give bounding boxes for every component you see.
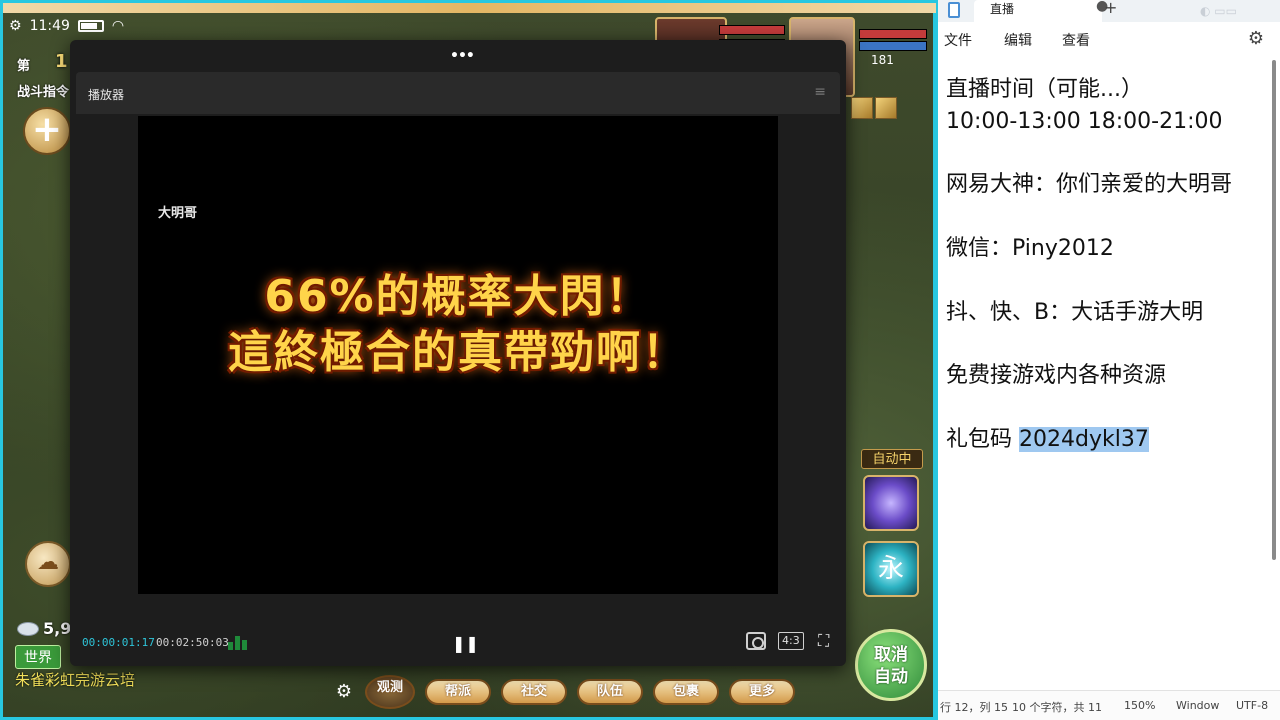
world-chat-message[interactable]: 朱雀彩虹完游云培 [15, 669, 135, 690]
guild-button[interactable]: 帮派 [425, 679, 491, 705]
player-title-bar[interactable]: 播放器 ≡ [76, 72, 840, 114]
settings-icon[interactable]: ⚙ [333, 681, 355, 703]
battery-icon [77, 20, 104, 32]
fullscreen-icon[interactable]: ⛶ [818, 631, 829, 651]
window-drag-handle[interactable]: ••• [450, 48, 475, 64]
device-status-bar: ⚙ 11:49 ◠ [9, 15, 124, 37]
game-bottom-menu: ⚙ 观测 帮派 社交 队伍 包裹 更多 [333, 675, 795, 709]
notepad-status-bar: 行 12，列 15 10 个字符，共 11 150% Window UTF-8 [938, 690, 1280, 720]
player-controls: 00:00:01:17 00:02:50:03 ❚❚ 4:3 ⛶ [76, 624, 840, 660]
cancel-auto-label-2: 自动 [874, 667, 908, 687]
buff-icon[interactable] [875, 97, 897, 119]
total-duration: 00:02:50:03 [156, 636, 229, 649]
round-label: 第 [17, 59, 31, 74]
notepad-title-bar[interactable]: 直播 ● + ◐ ▭▭ [938, 0, 1280, 22]
chat-icon[interactable]: ☁ [25, 541, 71, 587]
observe-button[interactable]: 观测 [365, 675, 415, 709]
text-line-gift-code: 礼包码 2024dykl37 [946, 424, 1272, 456]
video-caption-line-2: 這終極合的真帶勁啊！ [228, 327, 688, 378]
text-line: 抖、快、B：大话手游大明 [946, 299, 1204, 325]
settings-gear-icon[interactable]: ⚙ [9, 18, 22, 34]
tab-title: 直播 [990, 2, 1015, 16]
video-caption-line-1: 66%的概率大閃！ [264, 271, 652, 322]
gift-code-label: 礼包码 [946, 426, 1019, 452]
bag-button[interactable]: 包裹 [653, 679, 719, 705]
screenshot-icon[interactable] [746, 632, 766, 650]
video-frame[interactable]: 大明哥 66%的概率大閃！ 這終極合的真帶勁啊！ [138, 116, 778, 594]
notepad-window[interactable]: 直播 ● + ◐ ▭▭ 文件 编辑 查看 ⚙ 直播时间（可能...） 10:00… [936, 0, 1280, 720]
text-line [946, 138, 1272, 170]
cursor-position: 行 12，列 15 [940, 701, 1008, 714]
text-line: 直播时间（可能...） [946, 77, 1143, 102]
text-line [946, 328, 1272, 360]
text-line: 微信：Piny2012 [946, 235, 1114, 261]
battle-command-label: 战斗指令 [17, 85, 70, 100]
wifi-icon: ◠ [111, 18, 125, 34]
skill-slot-1-icon[interactable] [863, 475, 919, 531]
screen: ⚙ 11:49 ◠ 第 1 战斗指令 + ☁ 5,92 世界 朱雀彩虹完游云培 … [0, 0, 1280, 720]
text-line [946, 201, 1272, 233]
cancel-auto-button[interactable]: 取消 自动 [855, 629, 927, 701]
text-line: 网易大神：你们亲爱的大明哥 [946, 172, 1233, 198]
more-button[interactable]: 更多 [729, 679, 795, 705]
text-line: 免费接游戏内各种资源 [946, 363, 1167, 389]
menu-edit[interactable]: 编辑 [1004, 30, 1032, 50]
vertical-scrollbar[interactable] [1272, 60, 1276, 560]
line-ending[interactable]: Window [1176, 699, 1219, 712]
tab-document[interactable]: 直播 ● [974, 0, 1108, 22]
cancel-auto-label-1: 取消 [874, 645, 908, 665]
add-button[interactable]: + [23, 107, 71, 155]
pet-hp-bar [719, 25, 785, 35]
notepad-app-icon [948, 2, 960, 18]
selected-gift-code[interactable]: 2024dykl37 [1019, 426, 1149, 452]
video-watermark: 大明哥 [158, 206, 198, 221]
zoom-level[interactable]: 150% [1124, 699, 1155, 712]
settings-gear-icon[interactable]: ⚙ [1248, 28, 1264, 49]
menu-view[interactable]: 查看 [1062, 30, 1090, 50]
encoding[interactable]: UTF-8 [1236, 699, 1268, 712]
notepad-menu-bar: 文件 编辑 查看 ⚙ [938, 22, 1280, 56]
menu-icon[interactable]: ≡ [814, 84, 826, 100]
video-player-window[interactable]: ••• 播放器 ≡ 大明哥 66%的概率大閃！ 這終極合的真帶勁啊！ 00:00… [70, 40, 846, 666]
audio-level-icon [228, 634, 250, 650]
pause-button[interactable]: ❚❚ [452, 634, 479, 653]
world-channel-tag[interactable]: 世界 [15, 645, 61, 669]
buff-icon[interactable] [851, 97, 873, 119]
aspect-ratio-button[interactable]: 4:3 [778, 632, 804, 650]
character-count: 10 个字符，共 11 [1012, 701, 1102, 714]
player-hp-bar [859, 29, 927, 39]
text-line: 10:00-13:00 18:00-21:00 [946, 108, 1223, 134]
recording-watermark-logo: ◐ ▭▭ [1200, 4, 1237, 18]
text-line [946, 392, 1272, 424]
player-title: 播放器 [88, 88, 125, 102]
text-line [946, 265, 1272, 297]
player-mp-bar [859, 41, 927, 51]
game-top-banner [3, 3, 939, 13]
menu-file[interactable]: 文件 [944, 30, 972, 50]
silver-coin-icon [17, 621, 39, 636]
team-button[interactable]: 队伍 [577, 679, 643, 705]
current-time: 00:00:01:17 [82, 636, 155, 649]
auto-battle-status: 自动中 [861, 449, 923, 469]
new-tab-button[interactable]: + [1104, 0, 1117, 17]
clock: 11:49 [29, 18, 70, 34]
round-number: 1 [55, 51, 68, 72]
notepad-text-area[interactable]: 直播时间（可能...） 10:00-13:00 18:00-21:00 网易大神… [946, 74, 1272, 456]
player-level: 181 [871, 53, 894, 67]
skill-slot-2-icon[interactable]: 永 [863, 541, 919, 597]
social-button[interactable]: 社交 [501, 679, 567, 705]
